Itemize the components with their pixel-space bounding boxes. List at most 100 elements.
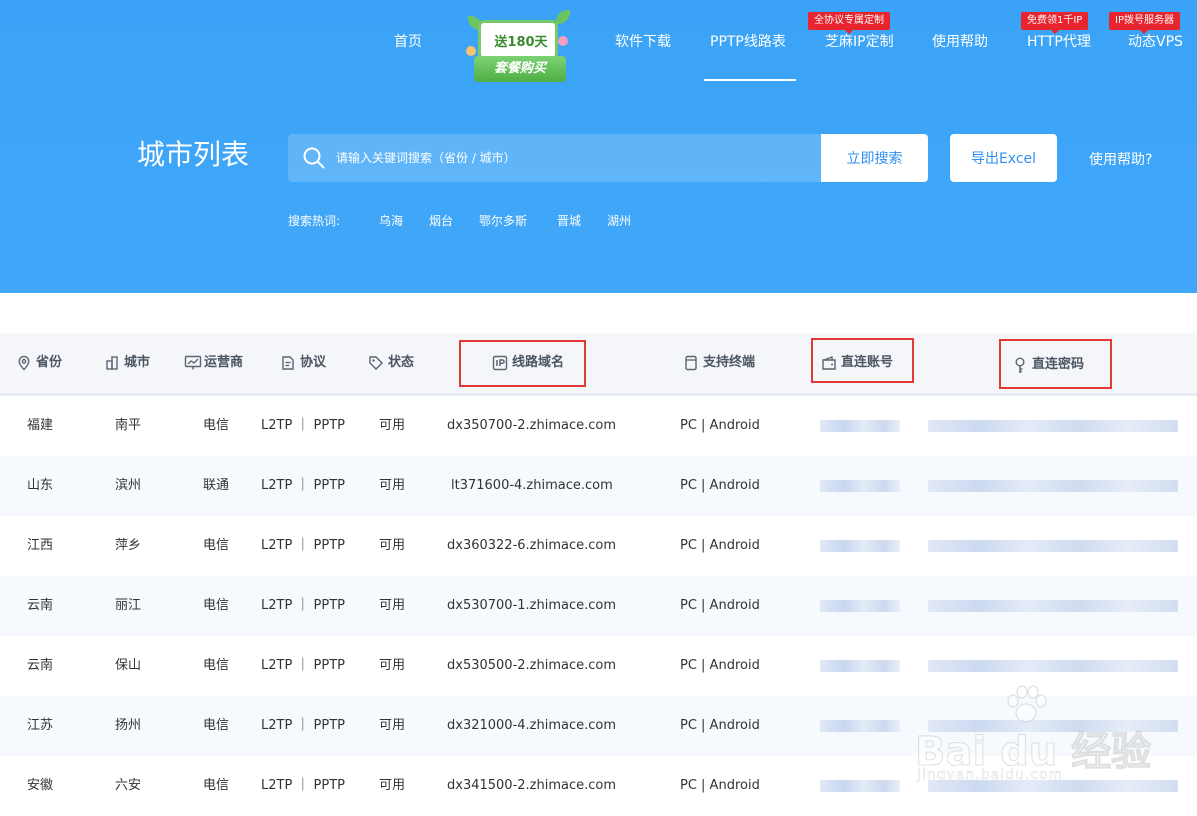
- nav-zhima-ip-custom[interactable]: 芝麻IP定制: [825, 33, 894, 51]
- nav-dynamic-vps[interactable]: 动态VPS: [1128, 33, 1183, 51]
- cell-account-redacted: [820, 420, 900, 432]
- cell-terminal: PC | Android: [680, 658, 760, 673]
- cell-city: 六安: [115, 778, 142, 793]
- search-icon: [303, 147, 325, 169]
- search-button[interactable]: 立即搜索: [821, 134, 928, 182]
- cell-protocol: L2TP ｜ PPTP: [261, 658, 346, 673]
- cell-city: 丽江: [115, 598, 142, 613]
- table-row: 山东 滨州 联通 L2TP ｜ PPTP 可用 lt371600-4.zhima…: [0, 456, 1197, 516]
- table-row: 云南 丽江 电信 L2TP ｜ PPTP 可用 dx530700-1.zhima…: [0, 576, 1197, 636]
- cell-terminal: PC | Android: [680, 718, 760, 733]
- watermark-url: jingyan.baidu.com: [917, 767, 1064, 783]
- cell-province: 安徽: [27, 778, 54, 793]
- cell-city: 南平: [115, 418, 142, 433]
- table-row: 福建 南平 电信 L2TP ｜ PPTP 可用 dx350700-2.zhima…: [0, 396, 1197, 456]
- nav-home[interactable]: 首页: [394, 33, 422, 51]
- search-input[interactable]: [336, 134, 806, 182]
- table-header: 省份 城市 运营商 协议 状态 线路域名 支持终端 直连账号 直连密码: [0, 333, 1197, 393]
- cell-city: 萍乡: [115, 538, 142, 553]
- export-excel-button[interactable]: 导出Excel: [950, 134, 1057, 182]
- highlight-box-domain: [459, 340, 586, 387]
- table-row: 江西 萍乡 电信 L2TP ｜ PPTP 可用 dx360322-6.zhima…: [0, 516, 1197, 576]
- nav-active-indicator: [704, 79, 796, 81]
- cell-password-redacted: [928, 660, 1178, 672]
- hot-keyword[interactable]: 晋城: [557, 212, 581, 229]
- tag-icon: [369, 356, 383, 370]
- cell-protocol: L2TP ｜ PPTP: [261, 598, 346, 613]
- cell-city: 扬州: [115, 718, 142, 733]
- cell-province: 山东: [27, 478, 54, 493]
- cell-password-redacted: [928, 480, 1178, 492]
- cell-terminal: PC | Android: [680, 598, 760, 613]
- baidu-jingyan-watermark: Bai du 经验 jingyan.baidu.com: [914, 683, 1152, 783]
- cell-carrier: 电信: [203, 658, 230, 673]
- cell-province: 福建: [27, 418, 54, 433]
- promo-ticket-text: 送180天: [494, 35, 548, 50]
- cell-account-redacted: [820, 780, 900, 792]
- cell-password-redacted: [928, 600, 1178, 612]
- cell-carrier: 电信: [203, 418, 230, 433]
- cell-account-redacted: [820, 600, 900, 612]
- cell-account-redacted: [820, 720, 900, 732]
- promo-buy-button[interactable]: 套餐购买: [474, 56, 566, 82]
- cell-carrier: 电信: [203, 538, 230, 553]
- location-pin-icon: [18, 355, 30, 371]
- cell-protocol: L2TP ｜ PPTP: [261, 478, 346, 493]
- cell-status: 可用: [379, 418, 406, 433]
- cell-status: 可用: [379, 778, 406, 793]
- cell-domain: dx341500-2.zhimace.com: [447, 778, 617, 793]
- leaf-decoration: [556, 10, 570, 24]
- promo-banner[interactable]: 送180天 套餐购买: [458, 6, 578, 84]
- monitor-chart-icon: [184, 355, 202, 370]
- hot-keyword[interactable]: 湖州: [607, 212, 631, 229]
- building-icon: [106, 356, 118, 370]
- cell-carrier: 电信: [203, 778, 230, 793]
- cell-city: 滨州: [115, 478, 142, 493]
- cell-domain: dx350700-2.zhimace.com: [447, 418, 617, 433]
- nav-http-proxy[interactable]: HTTP代理: [1027, 33, 1091, 51]
- nav-badge-custom: 全协议专属定制: [808, 12, 890, 34]
- cell-province: 江西: [27, 538, 54, 553]
- cell-province: 江苏: [27, 718, 54, 733]
- cell-terminal: PC | Android: [680, 778, 760, 793]
- cell-status: 可用: [379, 718, 406, 733]
- cell-terminal: PC | Android: [680, 418, 760, 433]
- search-box[interactable]: [288, 134, 821, 182]
- promo-ticket: 送180天: [478, 20, 558, 60]
- hero-banner: 首页 送180天 套餐购买 软件下载 PPTP线路表 全协议专属定制 芝麻IP定…: [0, 0, 1197, 293]
- cell-status: 可用: [379, 658, 406, 673]
- help-link[interactable]: 使用帮助?: [1089, 149, 1152, 169]
- cell-domain: dx530500-2.zhimace.com: [447, 658, 617, 673]
- nav-pptp-lines[interactable]: PPTP线路表: [710, 33, 786, 51]
- cell-province: 云南: [27, 658, 54, 673]
- cell-domain: dx530700-1.zhimace.com: [447, 598, 617, 613]
- hot-keywords-label: 搜索热词:: [288, 214, 341, 228]
- cell-protocol: L2TP ｜ PPTP: [261, 718, 346, 733]
- cell-terminal: PC | Android: [680, 478, 760, 493]
- hot-keyword[interactable]: 鄂尔多斯: [479, 212, 527, 229]
- nav-badge-vps: IP拨号服务器: [1109, 12, 1180, 34]
- cell-province: 云南: [27, 598, 54, 613]
- cell-domain: dx360322-6.zhimace.com: [447, 538, 617, 553]
- nav-badge-free-ip: 免费领1千IP: [1021, 12, 1089, 34]
- cell-city: 保山: [115, 658, 142, 673]
- cell-domain: lt371600-4.zhimace.com: [451, 478, 613, 493]
- cell-status: 可用: [379, 538, 406, 553]
- cell-carrier: 联通: [203, 478, 230, 493]
- hot-keyword[interactable]: 乌海: [379, 212, 403, 229]
- cell-password-redacted: [928, 540, 1178, 552]
- nav-help[interactable]: 使用帮助: [932, 33, 988, 51]
- cell-account-redacted: [820, 480, 900, 492]
- device-icon: [685, 355, 697, 371]
- cell-status: 可用: [379, 478, 406, 493]
- nav-software-download[interactable]: 软件下载: [615, 33, 671, 51]
- cell-account-redacted: [820, 540, 900, 552]
- cell-carrier: 电信: [203, 598, 230, 613]
- cell-domain: dx321000-4.zhimace.com: [447, 718, 617, 733]
- highlight-box-password: [999, 339, 1112, 389]
- cell-protocol: L2TP ｜ PPTP: [261, 538, 346, 553]
- hot-keyword[interactable]: 烟台: [429, 212, 453, 229]
- cell-account-redacted: [820, 660, 900, 672]
- cell-carrier: 电信: [203, 718, 230, 733]
- page-title: 城市列表: [137, 138, 250, 171]
